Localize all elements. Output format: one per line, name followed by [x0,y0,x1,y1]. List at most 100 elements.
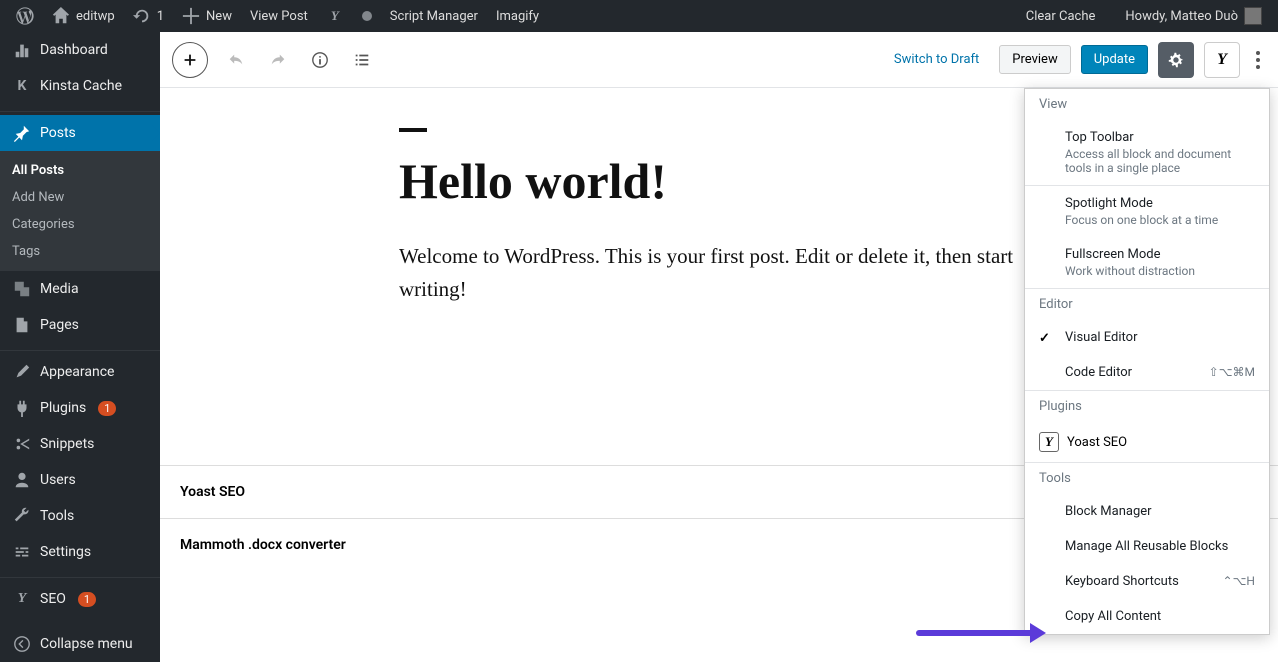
undo-icon [227,51,245,69]
post-paragraph[interactable]: Welcome to WordPress. This is your first… [399,240,1039,305]
menu-pages[interactable]: Pages [0,307,160,343]
dd-fullscreen[interactable]: Fullscreen Mode Work without distraction [1025,237,1269,288]
plus-icon [181,51,199,69]
add-block-button[interactable] [172,42,208,78]
shortcut-text: ⌃⌥H [1223,574,1255,588]
script-manager[interactable]: Script Manager [382,0,486,32]
menu-snippets[interactable]: Snippets [0,426,160,462]
dd-visual-editor[interactable]: ✓ Visual Editor [1025,320,1269,355]
avatar [1244,7,1262,25]
preview-button[interactable]: Preview [999,45,1070,74]
new-label: New [206,9,232,24]
sliders-icon [12,542,32,562]
check-icon: ✓ [1039,331,1050,346]
menu-media[interactable]: Media [0,271,160,307]
howdy-text: Howdy, Matteo Duò [1125,9,1238,24]
clear-cache[interactable]: Clear Cache [1018,0,1104,32]
update-count: 1 [157,9,164,24]
submenu-tags[interactable]: Tags [0,238,160,265]
gear-icon [1167,51,1185,69]
collapse-icon [12,634,32,654]
menu-kinsta[interactable]: KKinsta Cache [0,68,160,104]
outline-button[interactable] [348,46,376,74]
redo-icon [269,51,287,69]
site-name[interactable]: editwp [44,0,123,32]
posts-submenu: All Posts Add New Categories Tags [0,151,160,271]
view-post-link[interactable]: View Post [242,0,316,32]
dd-spotlight[interactable]: Spotlight Mode Focus on one block at a t… [1025,186,1269,237]
update-button[interactable]: Update [1081,45,1148,74]
redo-button[interactable] [264,46,292,74]
menu-plugins[interactable]: Plugins1 [0,390,160,426]
dd-section-editor: Editor [1025,289,1269,320]
wrench-icon [12,506,32,526]
menu-separator [0,107,160,112]
dd-section-tools: Tools [1025,463,1269,494]
my-account[interactable]: Howdy, Matteo Duò [1117,0,1270,32]
info-button[interactable] [306,46,334,74]
dd-yoast-seo[interactable]: Y Yoast SEO [1025,422,1269,462]
yoast-icon: Y [1217,51,1227,69]
more-options-menu: View Top Toolbar Access all block and do… [1024,88,1270,635]
plugins-badge: 1 [98,401,116,416]
post-title[interactable]: Hello world! [399,152,1039,210]
menu-separator [0,573,160,578]
title-accent [399,128,427,132]
kinsta-icon: K [12,76,32,96]
dashboard-icon [12,40,32,60]
info-icon [311,51,329,69]
dd-section-plugins: Plugins [1025,391,1269,422]
pin-icon [12,123,32,143]
seo-badge: 1 [78,592,96,607]
update-icon [133,7,151,25]
dd-copy-all[interactable]: Copy All Content [1025,599,1269,634]
media-icon [12,279,32,299]
menu-users[interactable]: Users [0,462,160,498]
meta-panel-title: Yoast SEO [180,484,245,500]
home-icon [52,7,70,25]
dd-manage-reusable[interactable]: Manage All Reusable Blocks [1025,529,1269,564]
wordpress-icon [16,7,34,25]
wp-admin-bar: editwp 1 New View Post Y Script Manager … [0,0,1278,32]
scissors-icon [12,434,32,454]
menu-dashboard[interactable]: Dashboard [0,32,160,68]
menu-tools[interactable]: Tools [0,498,160,534]
dd-code-editor[interactable]: Code Editor ⇧⌥⌘M [1025,355,1269,390]
user-icon [12,470,32,490]
shortcut-text: ⇧⌥⌘M [1209,365,1255,379]
collapse-menu[interactable]: Collapse menu [0,626,160,662]
meta-panel-title: Mammoth .docx converter [180,537,346,553]
switch-to-draft[interactable]: Switch to Draft [884,46,989,73]
menu-posts[interactable]: Posts [0,115,160,151]
brush-icon [12,362,32,382]
more-menu-button[interactable] [1250,45,1266,75]
menu-separator [0,346,160,351]
status-dot[interactable] [354,0,380,32]
new-content[interactable]: New [174,0,240,32]
yoast-adminbar[interactable]: Y [318,0,352,32]
settings-toggle[interactable] [1158,42,1194,78]
plus-icon [182,7,200,25]
updates[interactable]: 1 [125,0,172,32]
dots-icon [1256,51,1260,55]
admin-sidebar: Dashboard KKinsta Cache Posts All Posts … [0,32,160,662]
editor-header: Switch to Draft Preview Update Y [160,32,1278,88]
site-name-text: editwp [76,9,115,24]
dot-icon [362,11,372,21]
submenu-categories[interactable]: Categories [0,211,160,238]
undo-button[interactable] [222,46,250,74]
menu-seo[interactable]: YSEO1 [0,581,160,617]
dd-block-manager[interactable]: Block Manager [1025,494,1269,529]
submenu-all-posts[interactable]: All Posts [0,157,160,184]
yoast-toggle[interactable]: Y [1204,42,1240,78]
menu-settings[interactable]: Settings [0,534,160,570]
dd-section-view: View [1025,89,1269,120]
wp-logo[interactable] [8,0,42,32]
page-icon [12,315,32,335]
dd-top-toolbar[interactable]: Top Toolbar Access all block and documen… [1025,120,1269,185]
imagify[interactable]: Imagify [488,0,547,32]
dd-keyboard-shortcuts[interactable]: Keyboard Shortcuts ⌃⌥H [1025,564,1269,599]
annotation-arrow [916,625,1046,639]
submenu-add-new[interactable]: Add New [0,184,160,211]
menu-appearance[interactable]: Appearance [0,354,160,390]
